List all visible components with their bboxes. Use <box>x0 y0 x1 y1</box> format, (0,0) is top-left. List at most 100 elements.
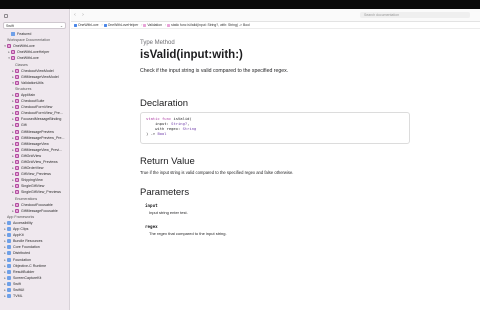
sidebar-item-label: OneWithLove <box>17 56 39 61</box>
sidebar-tree: Featured Workspace Documentation ▾ OneWithL… <box>0 29 69 299</box>
sidebar-item-label: Gift <box>21 123 27 128</box>
sidebar-item-label: App Frameworks <box>7 214 35 219</box>
sidebar-item-label: GiftMessageViewModel <box>21 74 59 79</box>
sidebar-item-label: CheckoutFocusable <box>21 202 53 207</box>
sidebar-item-label: CheckoutFormView <box>21 105 53 110</box>
sidebar-item-label: GiftMessageView_Previ... <box>21 147 63 152</box>
scheme-selector-label: Swift <box>6 24 14 28</box>
sidebar-item-label: SingleGiftView <box>21 184 45 189</box>
framework-icon <box>7 233 11 238</box>
sidebar-item-label: AppMain <box>21 92 36 97</box>
swift-symbol-icon <box>7 44 11 49</box>
chevron-right-icon: › <box>141 23 143 27</box>
breadcrumb-item[interactable]: static func isValid(input: String?, with… <box>167 23 250 27</box>
framework-icon <box>7 245 11 250</box>
sidebar-item-label: Structures <box>15 86 32 91</box>
sidebar-item-label: Bundle Resources <box>13 239 43 244</box>
sidebar-item-label: GiftMessageView <box>21 141 49 146</box>
parameter-description: Input string enter test. <box>149 210 188 215</box>
sidebar-item-label: ScreenCaptureKit <box>13 275 42 280</box>
window-titlebar <box>0 0 480 9</box>
sidebar-item-label: App Clips <box>13 227 29 232</box>
swift-symbol-icon <box>15 111 19 116</box>
swift-symbol-icon <box>15 129 19 134</box>
swift-symbol-icon <box>11 56 15 61</box>
breadcrumb-item-icon <box>103 23 107 27</box>
chevron-right-icon: › <box>101 23 103 27</box>
declaration-heading: Declaration <box>140 98 189 109</box>
swift-symbol-icon <box>15 172 19 177</box>
documentation-search-input[interactable]: Search documentation <box>360 12 470 18</box>
breadcrumb-item-label: OneWithLoveHelper <box>107 23 139 27</box>
swift-symbol-icon <box>15 123 19 128</box>
sidebar-item-label: CheckoutSuite <box>21 99 45 104</box>
back-arrow-icon[interactable]: ‹ <box>71 12 79 18</box>
code-label: regex: <box>166 126 183 131</box>
swift-symbol-icon <box>15 135 19 140</box>
framework-icon <box>7 227 11 232</box>
framework-icon <box>7 251 11 256</box>
sidebar-item-label: AppKit <box>13 233 24 238</box>
swift-symbol-icon <box>15 92 19 97</box>
swift-symbol-icon <box>15 202 19 207</box>
breadcrumb-item[interactable]: OneWithLoveHelper <box>103 23 139 27</box>
declaration-code-block: static func isValid( input: String?, wit… <box>140 112 410 144</box>
framework-icon <box>7 287 11 292</box>
framework-icon <box>7 220 11 225</box>
sidebar-item-label: GiftMessagePreview_Pre... <box>21 135 65 140</box>
sidebar-item-label: OneWithLoveHelper <box>17 50 50 55</box>
swift-symbol-icon <box>15 99 19 104</box>
sidebar-item-label: OneWithLove <box>13 44 35 49</box>
code-line: ) -> Bool <box>146 131 404 136</box>
sidebar-item-label: SwiftUI <box>13 287 25 292</box>
sidebar-item-label: Objective-C Runtime <box>13 263 47 268</box>
folder-icon <box>11 32 15 37</box>
sidebar-item[interactable]: ▸ TVML <box>0 293 69 299</box>
navigation-bar: ‹ › Search documentation <box>71 9 480 22</box>
sidebar-item-label: ShippingView <box>21 178 43 183</box>
sidebar-item-label: GiftGridView <box>21 153 42 158</box>
page-title: isValid(input:with:) <box>140 49 243 61</box>
parameter-name: regex <box>145 224 158 229</box>
symbol-kind: Type Method <box>140 40 175 46</box>
sidebar-item-label: Enumerations <box>15 196 38 201</box>
framework-icon <box>7 275 11 280</box>
swift-symbol-icon <box>15 80 19 85</box>
breadcrumb-item[interactable]: OneWithLove <box>74 23 99 27</box>
swift-symbol-icon <box>15 117 19 122</box>
breadcrumb-item-label: Validation <box>147 23 162 27</box>
framework-icon <box>7 269 11 274</box>
swift-symbol-icon <box>15 178 19 183</box>
sidebar-item-label: Distributed <box>13 251 31 256</box>
sidebar-item-label: CheckoutViewModel <box>21 68 54 73</box>
sidebar-item-label: Workspace Documentation <box>7 38 51 43</box>
sidebar-item-label: GiftMessagePreview <box>21 129 54 134</box>
swift-symbol-icon <box>15 166 19 171</box>
sidebar-item-label: SingleGiftView_Previews <box>21 190 61 195</box>
breadcrumb-item-label: OneWithLove <box>78 23 99 27</box>
parameter-name: input <box>145 203 158 208</box>
parameter-description: The regex that compared to the input str… <box>149 231 227 236</box>
swift-symbol-icon <box>15 105 19 110</box>
swift-symbol-icon <box>15 147 19 152</box>
framework-icon <box>7 263 11 268</box>
swift-symbol-icon <box>11 50 15 55</box>
breadcrumb-item[interactable]: Validation <box>143 23 162 27</box>
framework-icon <box>7 281 11 286</box>
framework-icon <box>7 239 11 244</box>
scheme-selector[interactable]: Swift ⌄ <box>3 22 66 29</box>
sidebar-item-label: ResultBuilder <box>13 269 35 274</box>
sidebar-item-label: Foundation <box>13 257 31 262</box>
swift-symbol-icon <box>15 68 19 73</box>
sidebar-toggle-icon[interactable] <box>4 13 8 18</box>
swift-symbol-icon <box>15 141 19 146</box>
sidebar-toolbar <box>0 9 69 22</box>
forward-arrow-icon[interactable]: › <box>79 12 87 18</box>
sidebar-item-label: Swift <box>13 281 21 286</box>
code-type[interactable]: Bool <box>157 131 166 136</box>
code-type[interactable]: String <box>183 126 197 131</box>
swift-symbol-icon <box>15 74 19 79</box>
swift-symbol-icon <box>15 208 19 213</box>
sidebar-item-label: FocusedMessageBinding <box>21 117 62 122</box>
sidebar-item-label: Core Foundation <box>13 245 40 250</box>
